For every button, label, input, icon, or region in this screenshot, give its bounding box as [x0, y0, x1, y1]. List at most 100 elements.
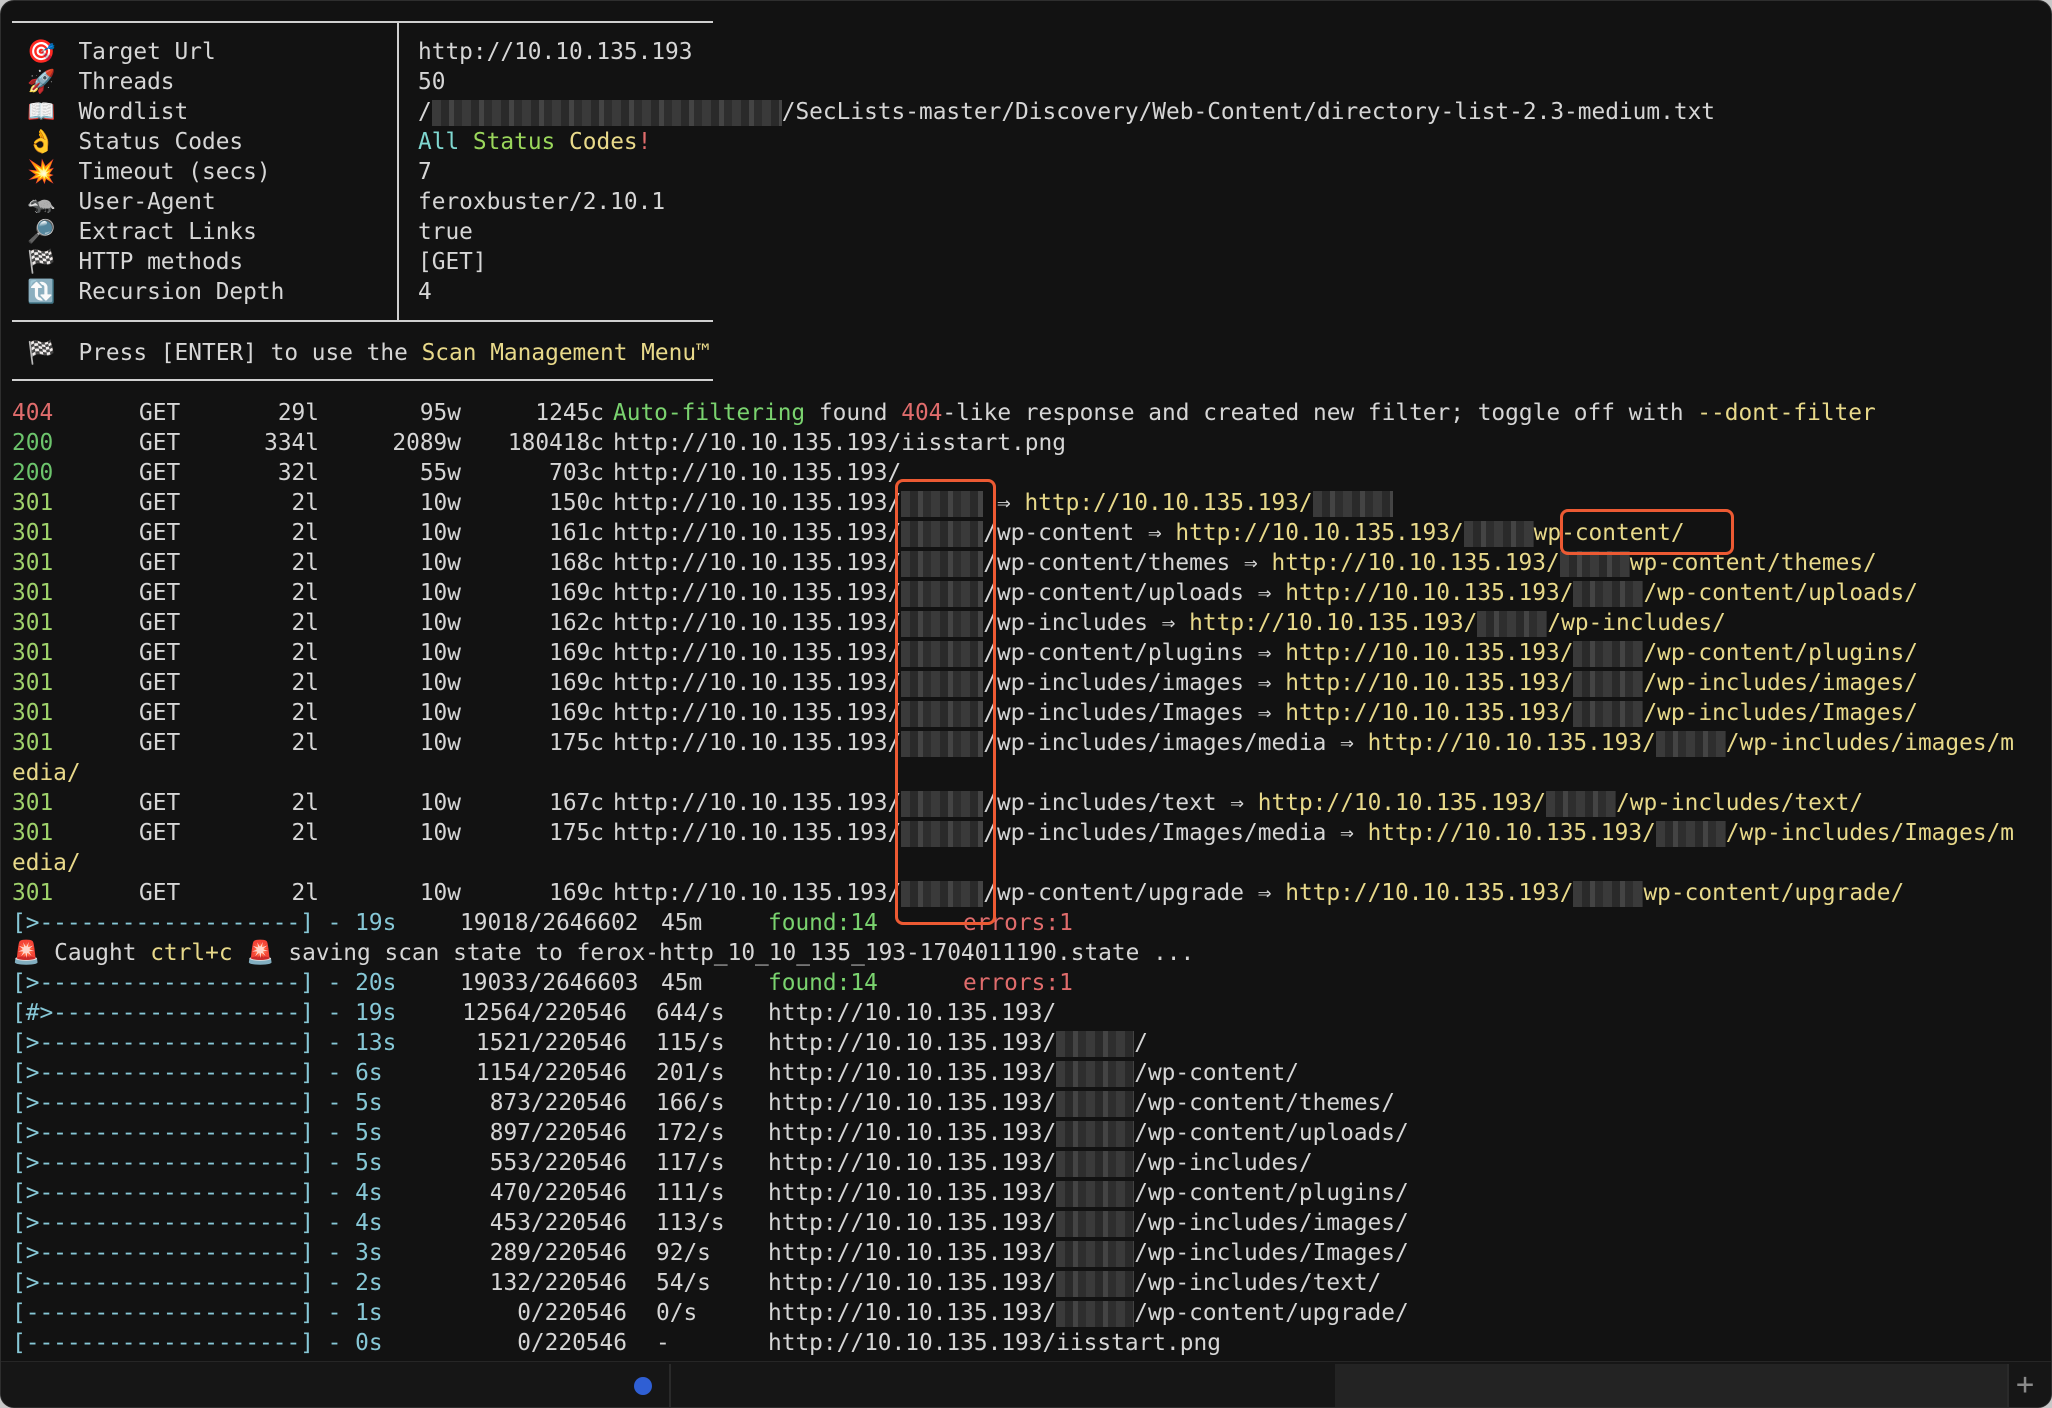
words-count: 10w [351, 818, 461, 848]
rate-text: 166/s [656, 1090, 725, 1116]
chars-text: 150c [549, 490, 604, 516]
url-suffix: /wp-content/themes/ [1134, 1090, 1396, 1116]
url-suffix: /wp-content/uploads/ [1134, 1120, 1409, 1146]
redacted-segment [1056, 1150, 1135, 1177]
redacted-segment [1573, 700, 1644, 727]
collision-icon: 💥 [27, 159, 56, 185]
rate-text: 92/s [656, 1240, 711, 1266]
arrow-icon: ⇒ [1161, 610, 1176, 636]
status-code: 301 [12, 670, 54, 696]
lines-text: 2l [291, 610, 319, 636]
result-row: 301 [12, 668, 53, 698]
config-row: 🔃 Recursion Depth [27, 277, 284, 307]
method-text: GET [139, 730, 181, 756]
base-url: http://10.10.135.193 [613, 670, 888, 696]
config-label: User-Agent [78, 189, 216, 215]
method: GET [139, 728, 180, 758]
words-text: 10w [419, 880, 461, 906]
redirect-path: /wp-includes/Images/media [983, 820, 1327, 846]
redirect-target-base: http://10.10.135.193/ [1367, 820, 1656, 846]
base-url: http://10.10.135.193 [613, 550, 888, 576]
result-row: 301 [12, 548, 53, 578]
config-value: 50 [418, 67, 445, 97]
checkered-flag-icon: 🏁 [27, 340, 56, 366]
count-text: 873/220546 [489, 1090, 627, 1116]
ok-hand-icon: 👌 [27, 129, 56, 155]
dont-filter-flag: --dont-filter [1697, 400, 1876, 426]
base-url: http://10.10.135.193 [613, 640, 888, 666]
words-text: 10w [419, 670, 461, 696]
words-text: 55w [419, 460, 461, 486]
redacted-segment [1056, 1090, 1135, 1117]
base-url: http://10.10.135.193 [613, 610, 888, 636]
rate-text: 0/s [656, 1300, 698, 1326]
method-text: GET [139, 670, 181, 696]
redirect-target-path: wp-content/upgrade/ [1643, 880, 1905, 906]
progress-count: 453/220546 [401, 1208, 627, 1238]
progress-row: [>-------------------] - 5s [12, 1088, 383, 1118]
book-icon: 📖 [27, 99, 56, 125]
lines-count: 2l [259, 818, 319, 848]
redacted-segment [1546, 790, 1616, 817]
result-row: 301 [12, 728, 53, 758]
banner-column-divider [397, 21, 399, 322]
lines-text: 2l [291, 730, 319, 756]
count-text: 132/220546 [489, 1270, 627, 1296]
banner-top-divider [12, 21, 713, 23]
redirect-path: /wp-includes/images [983, 670, 1245, 696]
menu-hint: 🏁 Press [ENTER] to use the Scan Manageme… [27, 340, 710, 366]
status-code: 200 [12, 460, 54, 486]
redirect-path: /wp-includes/images/media [983, 730, 1327, 756]
chars-count: 1245c [471, 398, 604, 428]
config-label: Threads [78, 69, 175, 95]
progress-url: http://10.10.135.193/ /wp-content/uploads… [768, 1118, 1409, 1148]
arrow-icon: ⇒ [996, 490, 1011, 516]
status-bar-segment [1335, 1364, 2007, 1407]
lines-count: 2l [259, 788, 319, 818]
config-value: feroxbuster/2.10.1 [418, 187, 665, 217]
redacted-segment [1312, 490, 1393, 517]
redirect-path: /wp-includes/text [983, 790, 1217, 816]
new-tab-plus-icon[interactable]: + [2016, 1365, 2034, 1405]
base-url: http://10.10.135.193 [613, 580, 888, 606]
chars-text: 1245c [535, 400, 604, 426]
overall-progress: [>-------------------] - 20s [12, 968, 396, 998]
words-text: 10w [419, 520, 461, 546]
words-text: 10w [419, 580, 461, 606]
result-url: http://10.10.135.193/ /wp-content/upgrade… [613, 880, 1905, 907]
redirect-target-base: http://10.10.135.193/ [1285, 880, 1574, 906]
redirect-target-base: http://10.10.135.193/ [1189, 610, 1478, 636]
redacted-segment [1573, 880, 1644, 907]
redacted-segment [1477, 610, 1548, 637]
redacted-segment [1056, 1270, 1135, 1297]
redirect-path: /wp-content/uploads [983, 580, 1245, 606]
ctrl-c-label: ctrl+c [150, 940, 233, 966]
ctrl-c-message: 🚨 Caught ctrl+c 🚨 saving scan state to f… [12, 938, 1194, 968]
method-text: GET [139, 460, 181, 486]
result-row: 301 [12, 578, 53, 608]
lines-text: 2l [291, 790, 319, 816]
progress-row: [>-------------------] - 2s [12, 1268, 383, 1298]
config-value-text: 4 [418, 279, 432, 305]
lines-text: 334l [264, 430, 319, 456]
progress-count: 12564/220546 [401, 998, 627, 1028]
progress-bar: [>-------------------] - 13s [12, 1030, 397, 1056]
config-value-text: 7 [418, 159, 432, 185]
config-value: http://10.10.135.193 [418, 37, 693, 67]
status-code: 301 [12, 790, 54, 816]
badger-icon: 🦡 [27, 189, 56, 215]
status-code: 301 [12, 490, 54, 516]
redirect-target-base: http://10.10.135.193/ [1285, 670, 1574, 696]
progress-bar: [>-------------------] - 3s [12, 1240, 383, 1266]
progress-rate: 0/s [656, 1298, 697, 1328]
progress-rate: 115/s [656, 1028, 725, 1058]
url-text: http://10.10.135.193/ [768, 1090, 1057, 1116]
overall-eta: 45m [661, 908, 702, 938]
redirect-target-path: /wp-includes/ [1547, 610, 1726, 636]
progress-rate: 117/s [656, 1148, 725, 1178]
redacted-segment [1056, 1060, 1135, 1087]
count-text: 553/220546 [489, 1150, 627, 1176]
method-text: GET [139, 520, 181, 546]
words-count: 10w [351, 548, 461, 578]
chars-count: 167c [471, 788, 604, 818]
